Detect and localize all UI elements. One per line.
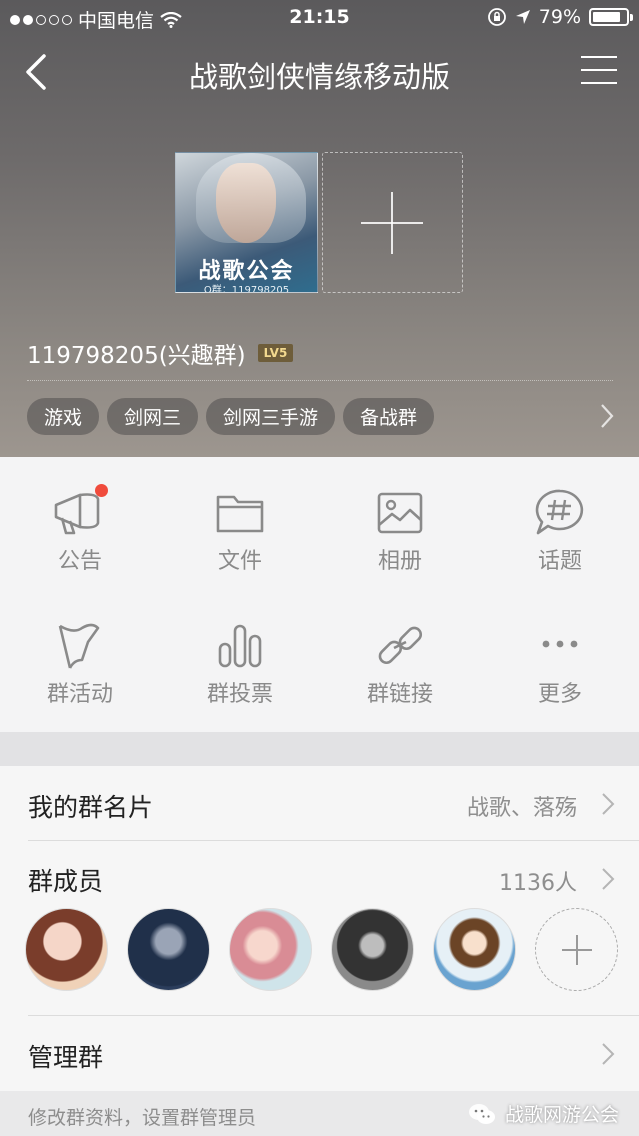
my-card-row[interactable]: 我的群名片 战歌、落殇 [0, 766, 639, 840]
group-link-button[interactable]: 群链接 [320, 590, 480, 720]
watermark: 战歌网游公会 [467, 1100, 619, 1127]
tag-item[interactable]: 剑网三 [107, 398, 199, 435]
tag-item[interactable]: 备战群 [343, 398, 435, 435]
bar-chart-icon [218, 624, 262, 668]
avatar[interactable] [25, 908, 108, 991]
grid-label: 更多 [537, 682, 582, 707]
divider [27, 380, 613, 381]
wechat-icon [468, 1103, 495, 1124]
row-title: 群成员 [28, 867, 104, 896]
grid-label: 群链接 [366, 682, 433, 707]
add-photo-button[interactable] [322, 152, 463, 293]
announcement-button[interactable]: 公告 [0, 457, 160, 587]
avatar[interactable] [433, 908, 516, 991]
avatar[interactable] [331, 908, 414, 991]
more-button[interactable]: 更多 [480, 590, 639, 720]
avatar-banner-text: 战歌公会 [198, 258, 295, 284]
row-title: 管理群 [28, 1043, 104, 1072]
grid-label: 群活动 [46, 682, 113, 707]
menu-icon[interactable] [581, 56, 617, 86]
battery-icon [589, 8, 633, 26]
group-id-text: 119798205(兴趣群) [27, 343, 246, 369]
group-vote-button[interactable]: 群投票 [160, 590, 320, 720]
image-icon [377, 492, 423, 534]
section-gap [0, 732, 639, 766]
member-avatars [25, 908, 618, 991]
chevron-right-icon [602, 1043, 615, 1065]
avatar[interactable] [127, 908, 210, 991]
grid-label: 话题 [537, 549, 582, 574]
group-id-row: 119798205(兴趣群) LV5 [27, 336, 294, 370]
manage-note: 修改群资料，设置群管理员 战歌网游公会 [0, 1091, 639, 1136]
page-title: 战歌剑侠情缘移动版 [188, 60, 450, 94]
row-value: 战歌、落殇 [466, 796, 577, 821]
row-title: 我的群名片 [28, 793, 154, 822]
feature-grid: 公告 文件 相册 话题 群活动 群投票 群链接 更多 [0, 457, 639, 732]
topics-button[interactable]: 话题 [480, 457, 639, 587]
notification-dot [95, 484, 108, 497]
folder-icon [216, 495, 264, 533]
nav-bar: 战歌剑侠情缘移动版 [0, 42, 639, 102]
tag-list[interactable]: 游戏 剑网三 剑网三手游 备战群 [27, 398, 435, 435]
tag-item[interactable]: 剑网三手游 [206, 398, 336, 435]
grid-label: 公告 [57, 549, 102, 574]
rotation-lock-icon [487, 8, 506, 26]
watermark-text: 战歌网游公会 [504, 1104, 619, 1126]
status-right: 79% [487, 6, 633, 28]
manage-group-row[interactable]: 管理群 [0, 1016, 639, 1091]
avatar-caption: Q群：119798205 [203, 285, 290, 293]
chevron-right-icon[interactable] [599, 402, 615, 430]
grid-label: 群投票 [206, 682, 273, 707]
group-activity-button[interactable]: 群活动 [0, 590, 160, 720]
more-icon [542, 640, 578, 648]
hashtag-icon [535, 489, 584, 535]
status-bar: 中国电信 21:15 79% [0, 0, 639, 36]
chevron-right-icon [602, 868, 615, 890]
flag-icon [58, 623, 100, 669]
album-button[interactable]: 相册 [320, 457, 480, 587]
member-count: 1136人 [499, 871, 577, 896]
group-header: 中国电信 21:15 79% 战歌剑侠情缘移动版 战歌公会 Q群：1197982… [0, 0, 639, 457]
battery-percent: 79% [538, 6, 581, 28]
add-member-button[interactable] [535, 908, 618, 991]
tag-item[interactable]: 游戏 [27, 398, 100, 435]
manage-note-text: 修改群资料，设置群管理员 [28, 1107, 257, 1129]
link-icon [378, 626, 423, 665]
chevron-right-icon [602, 793, 615, 815]
grid-label: 文件 [217, 549, 262, 574]
group-avatar[interactable]: 战歌公会 Q群：119798205 [175, 152, 318, 293]
avatar[interactable] [229, 908, 312, 991]
files-button[interactable]: 文件 [160, 457, 320, 587]
location-arrow-icon [515, 10, 530, 24]
grid-label: 相册 [377, 549, 422, 574]
level-badge: LV5 [257, 344, 294, 362]
